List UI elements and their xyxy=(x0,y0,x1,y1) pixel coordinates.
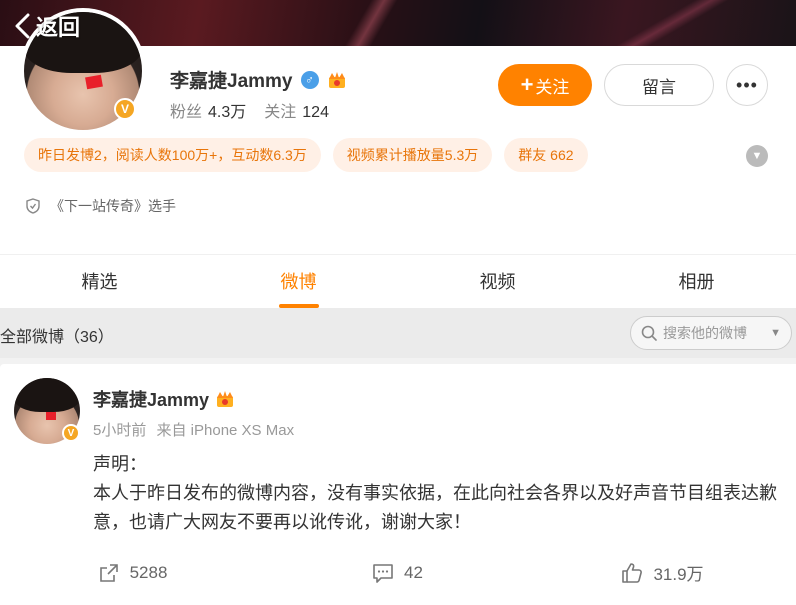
tab-featured[interactable]: 精选 xyxy=(0,255,199,308)
comment-button[interactable]: 42 xyxy=(265,560,530,585)
profile-name: 李嘉捷Jammy xyxy=(170,71,293,92)
tag-video-views[interactable]: 视频累计播放量5.3万 xyxy=(332,138,493,172)
tag-fan-group[interactable]: 群友 662 xyxy=(504,138,588,172)
comment-icon xyxy=(373,563,393,583)
crown-icon xyxy=(217,391,234,407)
post-meta: 5小时前 来自 iPhone XS Max xyxy=(93,419,294,440)
plus-icon: + xyxy=(520,72,534,97)
shield-icon xyxy=(26,198,40,214)
like-button[interactable]: 31.9万 xyxy=(530,560,795,585)
crown-icon xyxy=(328,71,345,88)
info-text: 《下一站传奇》选手 xyxy=(50,198,176,214)
followers-label: 粉丝 xyxy=(170,104,203,121)
filter-bar: 全部微博（36） 搜索他的微博 ▼ xyxy=(0,308,796,358)
gender-male-icon: ♂ xyxy=(300,70,319,89)
profile-header: V 李嘉捷Jammy ♂ 粉丝 4.3万 关注 124 + 关注 留言 ••• 昨日发… xyxy=(0,8,796,254)
back-label: 返回 xyxy=(36,15,81,40)
verified-badge: V xyxy=(114,98,136,120)
chevron-left-icon xyxy=(15,13,30,39)
thumbs-up-icon xyxy=(622,562,643,583)
post-card: V 李嘉捷Jammy 5小时前 来自 iPhone XS Max 声明： 本人于… xyxy=(0,364,796,605)
back-button[interactable]: 返回 xyxy=(14,10,80,42)
tab-bar: 精选 微博 视频 相册 xyxy=(0,254,796,308)
all-posts-filter[interactable]: 全部微博（36） xyxy=(0,323,114,347)
comment-count: 42 xyxy=(404,562,423,582)
message-button[interactable]: 留言 xyxy=(604,64,714,106)
follow-button[interactable]: + 关注 xyxy=(498,64,592,106)
like-count: 31.9万 xyxy=(653,565,704,584)
more-dots-icon: ••• xyxy=(736,74,758,95)
share-icon xyxy=(99,563,118,582)
search-icon xyxy=(641,325,657,341)
tab-videos[interactable]: 视频 xyxy=(398,255,597,308)
search-placeholder: 搜索他的微博 xyxy=(663,325,747,341)
post-source: 来自 iPhone XS Max xyxy=(156,422,295,439)
post-body-line: 本人于昨日发布的微博内容，没有事实依据，在此向社会各界以及好声音节目组表达歉意，… xyxy=(93,483,777,532)
following-label: 关注 xyxy=(264,104,297,121)
repost-count: 5288 xyxy=(129,562,168,582)
expand-chevron-icon[interactable]: ▼ xyxy=(746,145,768,167)
follow-label: 关注 xyxy=(535,77,570,97)
tag-activity[interactable]: 昨日发博2，阅读人数100万+，互动数6.3万 xyxy=(24,138,321,172)
dropdown-caret-icon[interactable]: ▼ xyxy=(770,327,781,339)
post-author: 李嘉捷Jammy xyxy=(93,386,235,412)
follow-stats: 粉丝 4.3万 关注 124 xyxy=(170,98,347,122)
post-time[interactable]: 5小时前 xyxy=(93,422,146,439)
post-body-line: 声明： xyxy=(93,454,147,474)
name-row: 李嘉捷Jammy ♂ xyxy=(170,66,347,93)
post-verified-badge: V xyxy=(62,424,80,442)
info-row: 《下一站传奇》选手 xyxy=(26,196,176,216)
followers-count[interactable]: 4.3万 xyxy=(208,104,246,121)
tab-weibo[interactable]: 微博 xyxy=(199,255,398,308)
tab-albums[interactable]: 相册 xyxy=(597,255,796,308)
more-button[interactable]: ••• xyxy=(726,64,768,106)
post-author-name[interactable]: 李嘉捷Jammy xyxy=(93,386,209,412)
tag-list: 昨日发博2，阅读人数100万+，互动数6.3万 视频累计播放量5.3万 群友 6… xyxy=(24,138,588,172)
following-count[interactable]: 124 xyxy=(302,104,329,121)
post-actions: 5288 42 31.9万 xyxy=(0,560,796,585)
repost-button[interactable]: 5288 xyxy=(0,560,265,585)
search-input[interactable]: 搜索他的微博 ▼ xyxy=(630,316,792,350)
post-body: 声明： 本人于昨日发布的微博内容，没有事实依据，在此向社会各界以及好声音节目组表… xyxy=(93,450,783,537)
